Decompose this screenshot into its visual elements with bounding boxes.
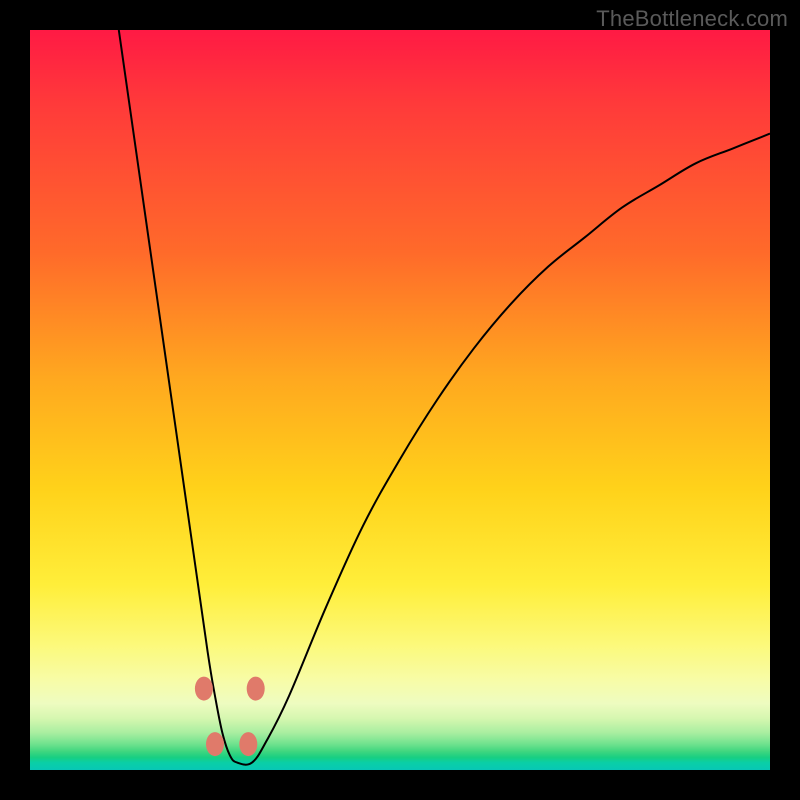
chart-svg: [30, 30, 770, 770]
plot-area: [30, 30, 770, 770]
marker-dot: [247, 677, 265, 701]
watermark-text: TheBottleneck.com: [596, 6, 788, 32]
marker-dot: [195, 677, 213, 701]
markers: [195, 677, 265, 757]
marker-dot: [206, 732, 224, 756]
chart-stage: TheBottleneck.com: [0, 0, 800, 800]
marker-dot: [239, 732, 257, 756]
bottleneck-curve: [119, 30, 770, 765]
